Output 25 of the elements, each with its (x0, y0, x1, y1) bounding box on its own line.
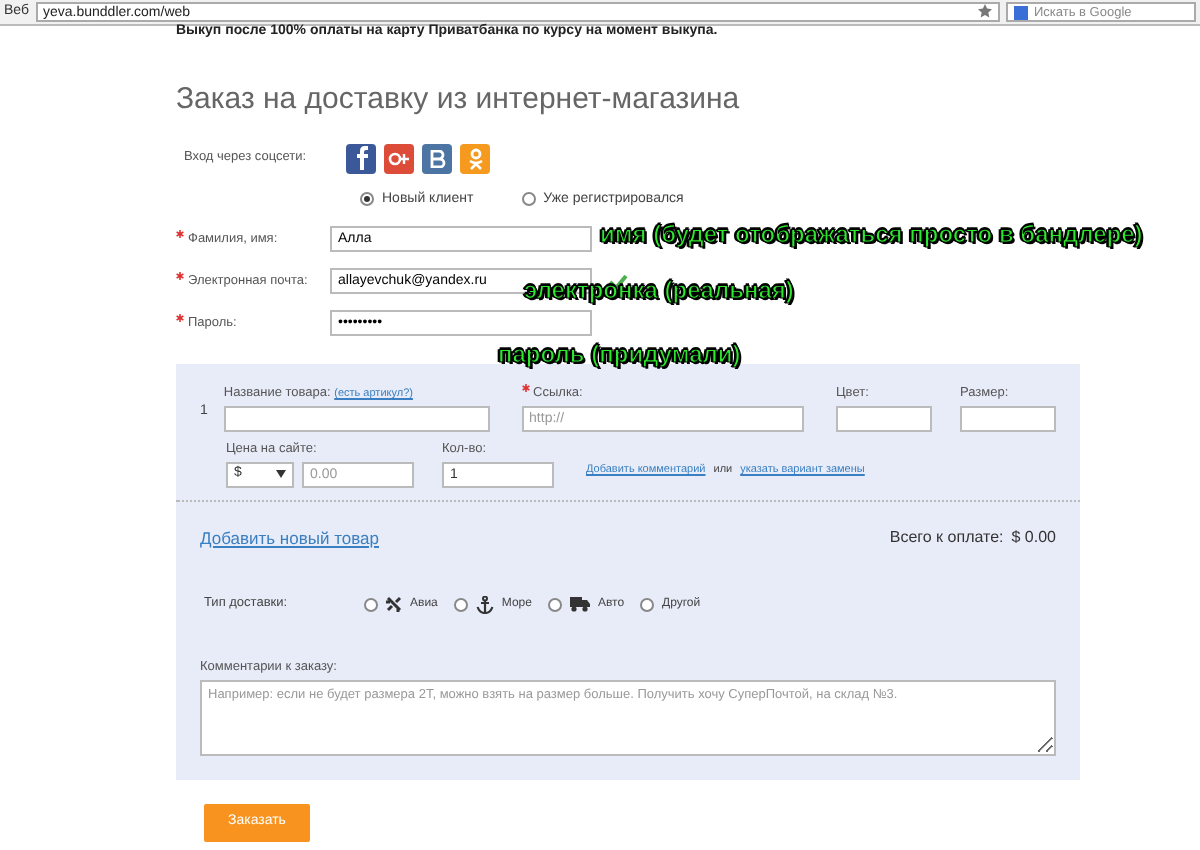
annotation-text: имя (будет отображаться просто в бандлере) (600, 218, 1143, 252)
radio-button[interactable] (364, 597, 378, 612)
truck-icon (569, 596, 590, 613)
radio-button[interactable] (453, 597, 468, 612)
add-item-link[interactable]: Добавить новый товар (200, 525, 379, 551)
annotation-text: пароль (придумали) (498, 338, 741, 372)
ok-icon[interactable] (460, 143, 490, 173)
total-label: Всего к оплате: (889, 525, 1004, 550)
page-title: Заказ на доставку из интернет-магазина (176, 80, 742, 120)
facebook-icon[interactable] (346, 143, 376, 173)
googleplus-icon[interactable] (384, 143, 414, 173)
input-field[interactable] (223, 405, 490, 432)
input-field[interactable] (836, 405, 932, 432)
vk-icon[interactable] (422, 143, 452, 173)
dropdown-arrow-icon[interactable] (276, 470, 286, 478)
radio-button[interactable] (640, 597, 655, 612)
radio-button[interactable] (360, 192, 374, 207)
search-engine-icon[interactable] (1014, 5, 1028, 19)
radio-button[interactable] (547, 597, 562, 612)
anchor-icon (475, 595, 494, 614)
star-icon[interactable] (978, 4, 992, 18)
radio-button[interactable] (521, 192, 536, 207)
total-amount: $ 0.00 (1011, 525, 1056, 550)
input-field[interactable] (960, 405, 1056, 432)
plane-icon (386, 596, 402, 613)
